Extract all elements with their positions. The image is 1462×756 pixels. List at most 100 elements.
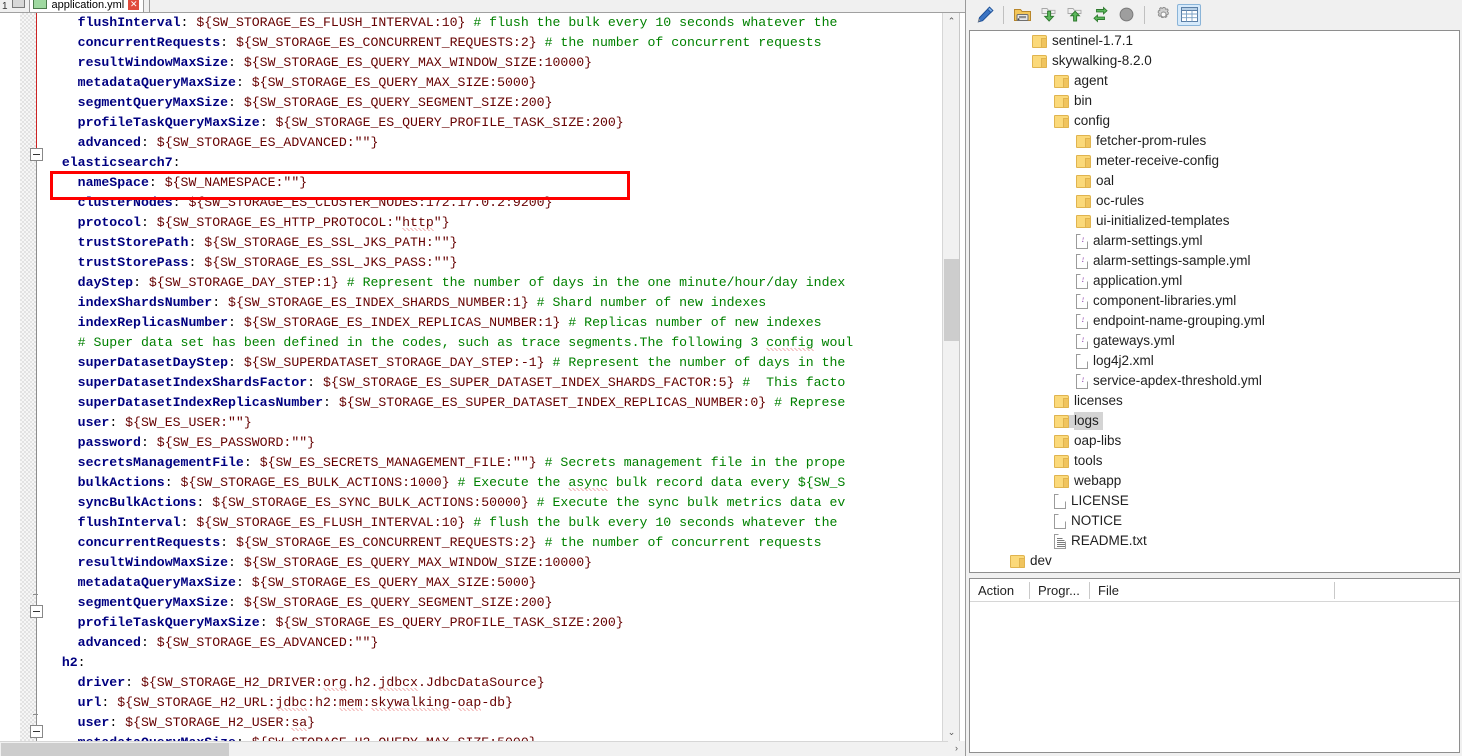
tree-item-label: licenses — [1074, 393, 1123, 408]
code-line: metadataQueryMaxSize: ${SW_STORAGE_ES_QU… — [77, 575, 537, 590]
tree-item-label: oc-rules — [1096, 193, 1145, 208]
tree-item-notice[interactable]: NOTICE — [970, 511, 1459, 531]
tree-item-service-apdex-threshold-yml[interactable]: service-apdex-threshold.yml — [970, 371, 1459, 391]
tree-item-ui-initialized-templates[interactable]: ui-initialized-templates — [970, 211, 1459, 231]
code-line: flushInterval: ${SW_STORAGE_ES_FLUSH_INT… — [77, 15, 846, 30]
tree-item-gateways-yml[interactable]: gateways.yml — [970, 331, 1459, 351]
tree-item-oc-rules[interactable]: oc-rules — [970, 191, 1459, 211]
fold-toggle-mysql[interactable] — [30, 725, 43, 738]
code-line: nameSpace: ${SW_NAMESPACE:""} — [77, 175, 308, 190]
tree-item-readme-txt[interactable]: README.txt — [970, 531, 1459, 551]
code-line: syncBulkActions: ${SW_STORAGE_ES_SYNC_BU… — [77, 495, 846, 510]
tree-item-label: tools — [1074, 453, 1103, 468]
list-view-icon[interactable] — [1177, 3, 1201, 26]
tree-item-application-yml[interactable]: application.yml — [970, 271, 1459, 291]
tree-item-sentinel-1-7-1[interactable]: sentinel-1.7.1 — [970, 31, 1459, 51]
tree-item-oal[interactable]: oal — [970, 171, 1459, 191]
code-line: trustStorePass: ${SW_STORAGE_ES_SSL_JKS_… — [77, 255, 458, 270]
tree-item-tools[interactable]: tools — [970, 451, 1459, 471]
code-line: indexReplicasNumber: ${SW_STORAGE_ES_IND… — [77, 315, 822, 330]
folder-icon — [1054, 474, 1074, 488]
tree-item-alarm-settings-yml[interactable]: alarm-settings.yml — [970, 231, 1459, 251]
code-line: segmentQueryMaxSize: ${SW_STORAGE_ES_QUE… — [77, 595, 553, 610]
tree-item-label: ui-initialized-templates — [1096, 213, 1230, 228]
scroll-up-icon[interactable]: ⌃ — [943, 13, 960, 30]
tree-item-label: LICENSE — [1071, 493, 1129, 508]
code-line: # Super data set has been defined in the… — [77, 335, 854, 351]
code-line: password: ${SW_ES_PASSWORD:""} — [77, 435, 316, 450]
code-line: secretsManagementFile: ${SW_ES_SECRETS_M… — [77, 455, 846, 470]
code-editor-surface[interactable]: flushInterval: ${SW_STORAGE_ES_FLUSH_INT… — [46, 13, 942, 741]
code-line: advanced: ${SW_STORAGE_ES_ADVANCED:""} — [77, 635, 379, 650]
folder-icon — [1054, 114, 1074, 128]
refresh-icon[interactable] — [1088, 4, 1112, 26]
gutter-hatch-stripe — [20, 13, 36, 741]
fold-toggle-elasticsearch7[interactable] — [30, 148, 43, 161]
yaml-file-icon — [1076, 313, 1089, 329]
tree-item-alarm-settings-sample-yml[interactable]: alarm-settings-sample.yml — [970, 251, 1459, 271]
tree-item-meter-receive-config[interactable]: meter-receive-config — [970, 151, 1459, 171]
tree-item-licenses[interactable]: licenses — [970, 391, 1459, 411]
edit-pen-icon[interactable] — [973, 4, 997, 26]
tree-item-config[interactable]: config — [970, 111, 1459, 131]
scroll-down-icon[interactable]: ⌄ — [943, 724, 960, 741]
fold-tick — [33, 594, 38, 595]
editor-pane: 1 application.yml ✕ flushInterval: ${SW_S… — [0, 0, 965, 756]
folder-icon — [1032, 54, 1052, 68]
log-column-action[interactable]: Action — [970, 581, 1030, 599]
editor-tab-strip: 1 application.yml ✕ — [0, 0, 965, 13]
folder-icon — [1032, 34, 1052, 48]
scroll-corner-icon[interactable]: › — [948, 741, 965, 756]
generic-file-icon — [1054, 493, 1066, 509]
tree-item-label: service-apdex-threshold.yml — [1093, 373, 1262, 388]
tree-item-license[interactable]: LICENSE — [970, 491, 1459, 511]
code-line: flushInterval: ${SW_STORAGE_ES_FLUSH_INT… — [77, 515, 846, 530]
tree-item-logs[interactable]: logs — [970, 411, 1459, 431]
code-line: bulkActions: ${SW_STORAGE_ES_BULK_ACTION… — [77, 475, 846, 491]
tree-item-label: skywalking-8.2.0 — [1052, 53, 1152, 68]
editor-vertical-scrollbar[interactable]: ⌃ ⌄ — [942, 13, 960, 741]
folder-icon — [1076, 134, 1096, 148]
tree-item-log4j2-xml[interactable]: log4j2.xml — [970, 351, 1459, 371]
tree-item-component-libraries-yml[interactable]: component-libraries.yml — [970, 291, 1459, 311]
tree-item-oap-libs[interactable]: oap-libs — [970, 431, 1459, 451]
tree-item-label: bin — [1074, 93, 1093, 108]
code-line: metadataQueryMaxSize: ${SW_STORAGE_ES_QU… — [77, 75, 537, 90]
tab-scroll-prev[interactable]: 1 — [2, 1, 8, 12]
log-column-progress[interactable]: Progr... — [1030, 581, 1090, 599]
download-icon[interactable] — [1036, 4, 1060, 26]
log-column-file[interactable]: File — [1090, 581, 1335, 599]
editor-vscroll-thumb[interactable] — [944, 259, 959, 341]
tab-list-button[interactable] — [12, 0, 26, 8]
app-window: 1 application.yml ✕ flushInterval: ${SW_S… — [0, 0, 1462, 756]
generic-file-icon — [1076, 353, 1088, 369]
toolbar-separator — [1144, 5, 1145, 24]
upload-icon[interactable] — [1062, 4, 1086, 26]
file-browser-toolbar — [966, 0, 1462, 29]
code-line: superDatasetDayStep: ${SW_SUPERDATASET_S… — [77, 355, 846, 370]
stop-icon[interactable] — [1114, 4, 1138, 26]
yaml-file-icon — [1076, 293, 1089, 309]
tree-item-label: oap-libs — [1074, 433, 1122, 448]
tree-item-fetcher-prom-rules[interactable]: fetcher-prom-rules — [970, 131, 1459, 151]
tree-item-webapp[interactable]: webapp — [970, 471, 1459, 491]
tree-item-label: webapp — [1074, 473, 1122, 488]
tree-item-dev[interactable]: dev — [970, 551, 1459, 571]
tree-item-agent[interactable]: agent — [970, 71, 1459, 91]
tree-item-label: sentinel-1.7.1 — [1052, 33, 1134, 48]
tab-application-yml[interactable]: application.yml ✕ — [29, 0, 145, 12]
tree-item-label: gateways.yml — [1093, 333, 1175, 348]
close-icon[interactable]: ✕ — [128, 0, 140, 10]
editor-horizontal-scrollbar[interactable] — [0, 741, 959, 756]
tree-item-label: dev — [1030, 553, 1052, 568]
transfer-queue-icon[interactable] — [1010, 4, 1034, 26]
tree-item-bin[interactable]: bin — [970, 91, 1459, 111]
tree-item-skywalking-8-2-0[interactable]: skywalking-8.2.0 — [970, 51, 1459, 71]
settings-gear-icon[interactable] — [1151, 4, 1175, 26]
folder-icon — [1054, 94, 1074, 108]
code-line: driver: ${SW_STORAGE_H2_DRIVER:org.h2.jd… — [77, 675, 545, 691]
editor-hscroll-thumb[interactable] — [1, 743, 229, 756]
remote-file-tree[interactable]: sentinel-1.7.1 skywalking-8.2.0 agent bin co… — [969, 30, 1460, 573]
fold-toggle-h2[interactable] — [30, 605, 43, 618]
tree-item-endpoint-name-grouping-yml[interactable]: endpoint-name-grouping.yml — [970, 311, 1459, 331]
